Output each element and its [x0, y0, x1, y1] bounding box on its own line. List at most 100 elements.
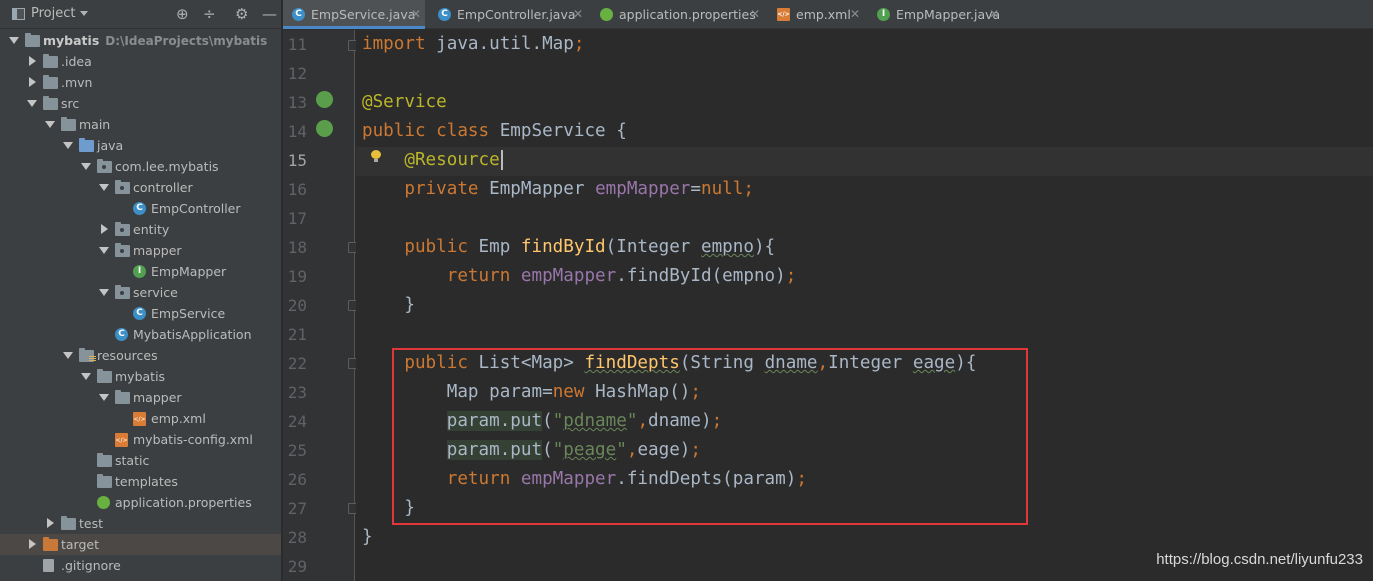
spring-properties-icon	[97, 496, 110, 509]
code-line[interactable]: Map param=new HashMap();	[362, 378, 701, 407]
tree-item[interactable]: </> mybatis-config.xml	[0, 429, 281, 450]
chevron-down-icon[interactable]	[26, 93, 38, 114]
code-token: @Service	[362, 92, 447, 112]
editor-tab[interactable]: I EmpMapper.java ✕	[868, 0, 1003, 29]
code-line[interactable]: return empMapper.findById(empno);	[362, 262, 797, 291]
tree-item[interactable]: mybatis D:\IdeaProjects\mybatis	[0, 30, 281, 51]
tree-item[interactable]: .mvn	[0, 72, 281, 93]
folder-icon	[97, 369, 112, 383]
close-icon[interactable]: ✕	[989, 0, 999, 29]
tree-item[interactable]: mapper	[0, 240, 281, 261]
tree-item[interactable]: com.lee.mybatis	[0, 156, 281, 177]
tree-item[interactable]: </> emp.xml	[0, 408, 281, 429]
tree-item[interactable]: mapper	[0, 387, 281, 408]
tree-item[interactable]: .idea	[0, 51, 281, 72]
code-line[interactable]: @Service	[362, 88, 447, 117]
code-token: ;	[785, 266, 797, 286]
chevron-right-icon[interactable]	[44, 513, 56, 534]
chevron-down-icon[interactable]	[62, 345, 74, 366]
code-line[interactable]: }	[362, 523, 373, 552]
line-number: 14	[287, 122, 307, 141]
code-token: peage	[563, 440, 617, 460]
collapse-icon[interactable]: ÷	[203, 6, 216, 22]
close-icon[interactable]: ✕	[411, 0, 421, 29]
code-token: ,	[626, 440, 638, 460]
code-token: public	[404, 237, 479, 257]
code-line[interactable]: }	[362, 494, 415, 523]
tree-item[interactable]: C MybatisApplication	[0, 324, 281, 345]
chevron-down-icon[interactable]	[98, 387, 110, 408]
chevron-down-icon[interactable]	[80, 366, 92, 387]
code-line[interactable]: public List<Map> findDepts(String dname,…	[362, 349, 976, 378]
close-icon[interactable]: ✕	[573, 0, 583, 29]
chevron-down-icon[interactable]	[62, 135, 74, 156]
tree-item[interactable]: .gitignore	[0, 555, 281, 576]
editor-tab[interactable]: application.properties ✕	[591, 0, 764, 29]
spring-class-icon[interactable]	[316, 120, 333, 137]
project-view-selector[interactable]: Project	[31, 6, 75, 21]
code-token: (	[542, 411, 553, 431]
tree-item[interactable]: entity	[0, 219, 281, 240]
code-editor[interactable]: import java.util.Map; @Service public clas…	[356, 30, 1373, 581]
code-line[interactable]: param.put("peage",eage);	[362, 436, 701, 465]
chevron-down-icon[interactable]	[98, 282, 110, 303]
tree-item[interactable]: mybatis	[0, 366, 281, 387]
editor-tab[interactable]: </> emp.xml ✕	[768, 0, 864, 29]
code-line[interactable]: return empMapper.findDepts(param);	[362, 465, 807, 494]
chevron-down-icon[interactable]	[80, 11, 88, 16]
tree-item[interactable]: C EmpController	[0, 198, 281, 219]
code-line[interactable]: private EmpMapper empMapper=null;	[362, 175, 754, 204]
tree-item[interactable]: src	[0, 93, 281, 114]
tree-item[interactable]: java	[0, 135, 281, 156]
code-token: eage)	[637, 440, 691, 460]
tree-item[interactable]: test	[0, 513, 281, 534]
chevron-right-icon[interactable]	[26, 534, 38, 555]
chevron-down-icon[interactable]	[98, 240, 110, 261]
class-icon: C	[438, 8, 451, 21]
tree-item-label: resources	[97, 345, 158, 366]
project-panel-header: Project ⊕ ÷ ⚙ —	[0, 0, 281, 29]
minimize-icon[interactable]: —	[262, 6, 277, 22]
tree-item-label: EmpMapper	[151, 261, 226, 282]
code-line[interactable]: import java.util.Map;	[362, 30, 584, 59]
tree-item-name: mapper	[133, 390, 182, 405]
code-line[interactable]: public class EmpService {	[362, 117, 627, 146]
tree-item-name: .mvn	[61, 75, 93, 90]
chevron-right-icon[interactable]	[26, 72, 38, 93]
code-line[interactable]: @Resource	[362, 146, 503, 175]
chevron-right-icon[interactable]	[26, 51, 38, 72]
spring-bean-icon[interactable]	[316, 91, 333, 108]
chevron-right-icon[interactable]	[98, 219, 110, 240]
tree-item[interactable]: I EmpMapper	[0, 261, 281, 282]
tree-item[interactable]: C EmpService	[0, 303, 281, 324]
code-line[interactable]: param.put("pdname",dname);	[362, 407, 722, 436]
chevron-down-icon[interactable]	[8, 30, 20, 51]
close-icon[interactable]: ✕	[750, 0, 760, 29]
gear-icon[interactable]: ⚙	[235, 6, 248, 22]
chevron-down-icon[interactable]	[80, 156, 92, 177]
code-token: new	[552, 382, 596, 402]
close-icon[interactable]: ✕	[850, 0, 860, 29]
tree-item[interactable]: static	[0, 450, 281, 471]
tree-item[interactable]: templates	[0, 471, 281, 492]
tree-item-name: mybatis-config.xml	[133, 432, 253, 447]
tree-item[interactable]: service	[0, 282, 281, 303]
code-token: Emp	[478, 237, 521, 257]
code-token: param.put	[446, 411, 543, 431]
code-line[interactable]: }	[362, 291, 415, 320]
xml-file-icon: </>	[115, 433, 128, 447]
target-icon[interactable]: ⊕	[176, 6, 189, 22]
tree-item[interactable]: controller	[0, 177, 281, 198]
tree-item[interactable]: resources	[0, 345, 281, 366]
code-line[interactable]: public Emp findById(Integer empno){	[362, 233, 775, 262]
tree-item[interactable]: target	[0, 534, 281, 555]
tree-item[interactable]: application.properties	[0, 492, 281, 513]
editor-tab[interactable]: C EmpService.java ✕	[283, 0, 425, 29]
chevron-down-icon[interactable]	[98, 177, 110, 198]
tree-item[interactable]: main	[0, 114, 281, 135]
tree-item-name: .gitignore	[61, 558, 121, 573]
editor-tab[interactable]: C EmpController.java ✕	[429, 0, 587, 29]
chevron-down-icon[interactable]	[44, 114, 56, 135]
